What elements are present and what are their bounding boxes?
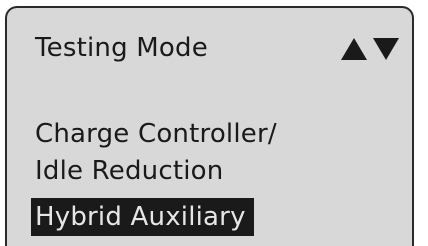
menu-item-hybrid-auxiliary-selected[interactable]: Hybrid Auxiliary	[31, 198, 254, 236]
down-triangle-icon[interactable]	[372, 36, 400, 62]
menu-item-idle-reduction[interactable]: Idle Reduction	[35, 153, 223, 189]
lcd-screen: Testing Mode Charge Controller/ Idle Red…	[5, 6, 414, 246]
screen-title: Testing Mode	[35, 33, 208, 63]
up-triangle-icon[interactable]	[340, 36, 368, 62]
menu-item-charge-controller[interactable]: Charge Controller/	[35, 116, 277, 152]
scroll-indicator	[340, 36, 400, 62]
